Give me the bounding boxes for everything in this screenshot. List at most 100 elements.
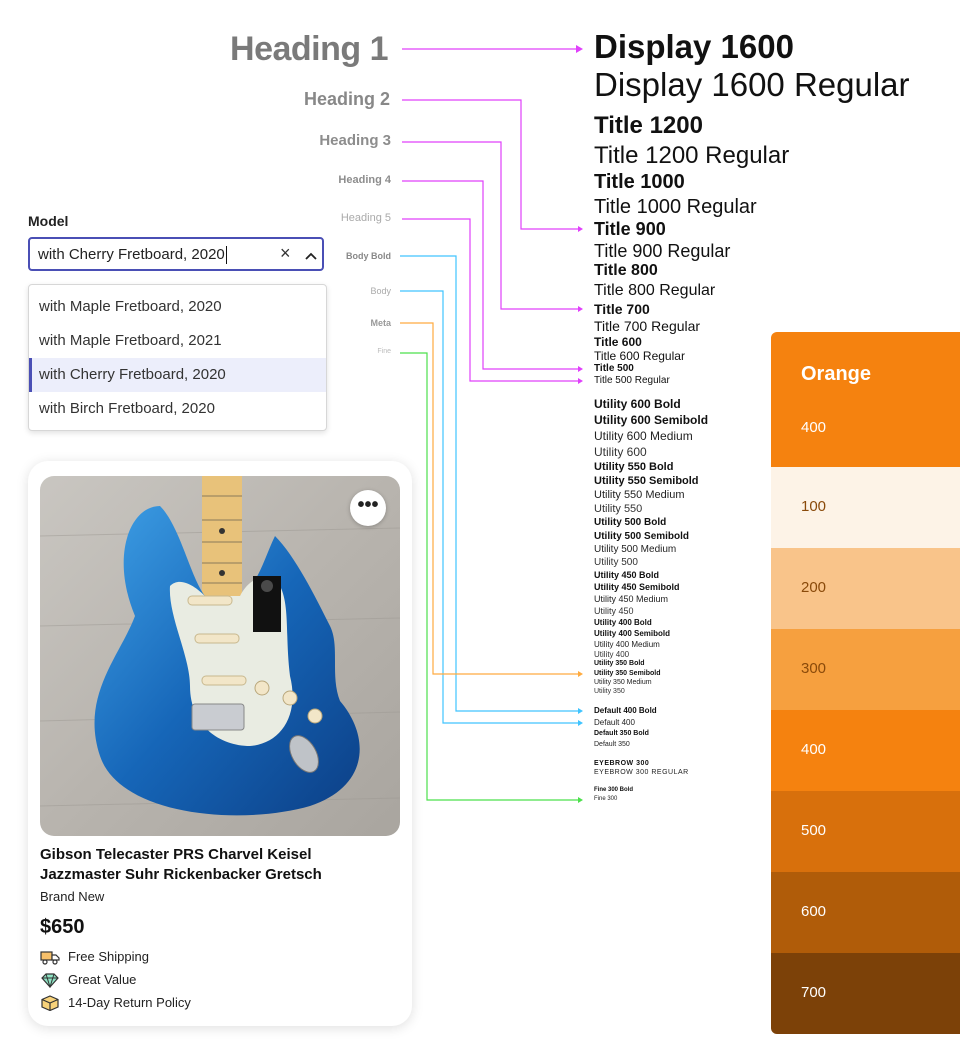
specimen-utility-550-medium: Utility 550 Medium (594, 489, 685, 501)
orange-palette: Orange 400 100 200 300 400 500 600 700 (771, 332, 960, 1034)
close-icon[interactable]: × (280, 243, 291, 264)
heading-5-label: Heading 5 (340, 212, 391, 224)
specimen-utility-600-medium: Utility 600 Medium (594, 429, 693, 443)
specimen-fine-300-bold: Fine 300 Bold (594, 787, 634, 793)
heading-3-label: Heading 3 (319, 132, 391, 149)
specimen-title-700: Title 700 (594, 301, 650, 317)
specimen-utility-600: Utility 600 (594, 445, 647, 459)
feature-great-value: Great Value (40, 971, 137, 989)
swatch-label: 500 (801, 822, 827, 839)
swatch-orange-300: 300 (771, 629, 960, 710)
specimen-eyebrow-300: EYEBROW 300 (594, 760, 650, 767)
model-combobox[interactable]: with Cherry Fretboard, 2020 × (28, 237, 324, 271)
model-label: Model (28, 213, 69, 229)
swatch-orange-400: 400 (771, 710, 960, 791)
specimen-utility-600-semibold: Utility 600 Semibold (594, 413, 709, 427)
product-price: $650 (40, 916, 85, 938)
model-combobox-value[interactable]: with Cherry Fretboard, 2020 (38, 246, 227, 265)
swatch-label: 200 (801, 579, 827, 596)
dropdown-option-selected[interactable]: with Cherry Fretboard, 2020 (29, 358, 326, 392)
truck-icon (40, 949, 60, 965)
feature-label: Free Shipping (68, 949, 149, 965)
palette-title: Orange (801, 363, 872, 385)
swatch-orange-400-main: Orange 400 (771, 332, 960, 467)
dropdown-option[interactable]: with Maple Fretboard, 2021 (29, 324, 326, 358)
product-image[interactable] (40, 476, 400, 836)
specimen-utility-400-semibold: Utility 400 Semibold (594, 629, 671, 638)
dropdown-option[interactable]: with Maple Fretboard, 2020 (29, 290, 326, 324)
feature-label: Great Value (68, 972, 137, 988)
specimen-title-500: Title 500 (594, 363, 634, 374)
specimen-title-1200: Title 1200 (594, 112, 703, 139)
specimen-title-900-regular: Title 900 Regular (594, 241, 731, 261)
specimen-default-400-bold: Default 400 Bold (594, 706, 657, 715)
specimen-utility-350: Utility 350 (594, 688, 625, 695)
specimen-title-900: Title 900 (594, 219, 666, 239)
specimen-default-350-bold: Default 350 Bold (594, 730, 649, 737)
specimen-utility-350-semibold: Utility 350 Semibold (594, 670, 661, 677)
feature-free-shipping: Free Shipping (40, 948, 149, 965)
specimen-title-600: Title 600 (594, 335, 642, 349)
specimen-fine-300: Fine 300 (594, 796, 618, 802)
body-label: Body (370, 286, 391, 296)
body-bold-label: Body Bold (346, 251, 391, 261)
product-title[interactable]: Gibson Telecaster PRS Charvel Keisel Jaz… (40, 845, 390, 885)
swatch-label: 400 (801, 419, 827, 436)
fine-label: Fine (377, 348, 391, 355)
heading-1-label: Heading 1 (230, 30, 388, 68)
specimen-default-350: Default 350 (594, 741, 630, 748)
feature-label: 14-Day Return Policy (68, 995, 191, 1011)
swatch-label: 600 (801, 903, 827, 920)
product-card[interactable]: ••• Gibson Telecaster PRS Charvel Keisel… (28, 461, 412, 1026)
specimen-utility-450-semibold: Utility 450 Semibold (594, 582, 680, 592)
swatch-orange-600: 600 (771, 872, 960, 953)
swatch-label: 300 (801, 660, 827, 677)
meta-label: Meta (370, 318, 391, 328)
model-dropdown-menu: with Maple Fretboard, 2020 with Maple Fr… (28, 284, 327, 431)
specimen-utility-550-semibold: Utility 550 Semibold (594, 475, 699, 487)
specimen-title-1200-regular: Title 1200 Regular (594, 142, 790, 169)
specimen-title-600-regular: Title 600 Regular (594, 349, 685, 363)
heading-4-label: Heading 4 (338, 174, 391, 186)
text-caret (225, 246, 227, 265)
specimen-title-1000: Title 1000 (594, 171, 685, 193)
specimen-utility-500-medium: Utility 500 Medium (594, 544, 677, 555)
swatch-orange-700: 700 (771, 953, 960, 1034)
specimen-utility-450: Utility 450 (594, 606, 634, 616)
swatch-label: 700 (801, 984, 827, 1001)
specimen-title-800: Title 800 (594, 262, 658, 279)
specimen-utility-350-bold: Utility 350 Bold (594, 660, 645, 667)
more-options-button[interactable]: ••• (350, 490, 386, 526)
box-icon (40, 994, 60, 1011)
ellipsis-icon: ••• (357, 494, 379, 516)
specimen-utility-600-bold: Utility 600 Bold (594, 397, 681, 411)
specimen-default-400: Default 400 (594, 718, 635, 727)
product-condition: Brand New (40, 889, 105, 904)
specimen-utility-550: Utility 550 (594, 503, 643, 515)
specimen-eyebrow-300-regular: EYEBROW 300 REGULAR (594, 769, 689, 776)
specimen-utility-400-medium: Utility 400 Medium (594, 640, 660, 649)
swatch-orange-200: 200 (771, 548, 960, 629)
specimen-title-800-regular: Title 800 Regular (594, 282, 716, 299)
swatch-label: 100 (801, 498, 827, 515)
specimen-display-1600: Display 1600 (594, 28, 794, 65)
specimen-title-500-regular: Title 500 Regular (594, 375, 670, 386)
specimen-utility-500-bold: Utility 500 Bold (594, 517, 667, 528)
specimen-title-1000-regular: Title 1000 Regular (594, 196, 757, 218)
specimen-display-1600-regular: Display 1600 Regular (594, 66, 910, 103)
swatch-label: 400 (801, 741, 827, 758)
specimen-utility-550-bold: Utility 550 Bold (594, 461, 674, 473)
chevron-up-icon[interactable] (304, 248, 318, 266)
specimen-utility-400: Utility 400 (594, 650, 630, 659)
swatch-orange-100: 100 (771, 467, 960, 548)
swatch-orange-500: 500 (771, 791, 960, 872)
specimen-utility-400-bold: Utility 400 Bold (594, 618, 652, 627)
specimen-utility-450-bold: Utility 450 Bold (594, 570, 660, 580)
model-value-text: with Cherry Fretboard, 2020 (38, 246, 225, 263)
specimen-title-700-regular: Title 700 Regular (594, 318, 701, 334)
diamond-icon (40, 972, 60, 989)
specimen-utility-450-medium: Utility 450 Medium (594, 594, 669, 604)
specimen-utility-500-semibold: Utility 500 Semibold (594, 531, 690, 542)
heading-2-label: Heading 2 (303, 89, 390, 109)
dropdown-option[interactable]: with Birch Fretboard, 2020 (29, 392, 326, 426)
